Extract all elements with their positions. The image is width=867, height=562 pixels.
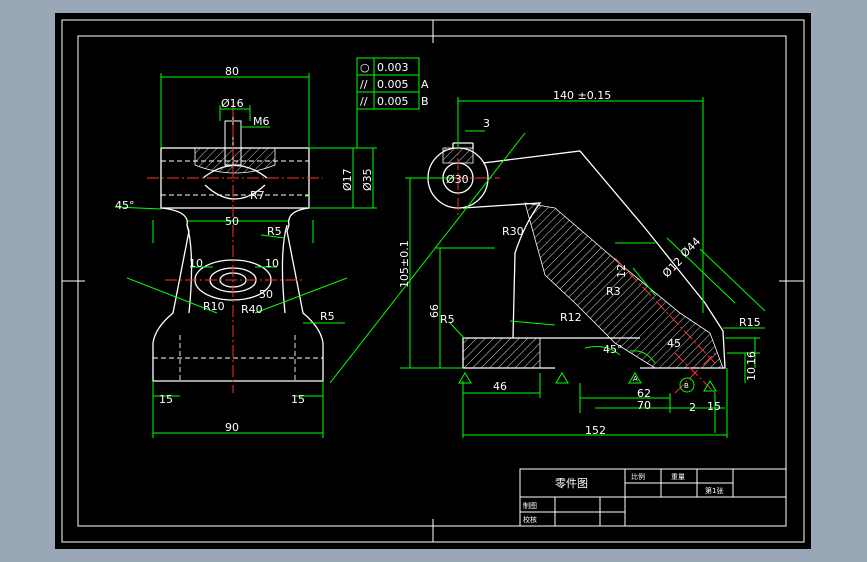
dim-r15: R15 <box>739 316 761 329</box>
title-drawn-label: 制图 <box>523 501 537 510</box>
dim-r40: R40 <box>241 303 263 316</box>
dim-2: 2 <box>689 401 696 414</box>
dim-80: 80 <box>225 65 239 78</box>
title-checked-label: 校核 <box>523 515 537 524</box>
dim-12: 12 <box>615 264 628 278</box>
dim-m6: M6 <box>253 115 270 128</box>
dim-dia12: Ø12 <box>660 255 685 280</box>
dim-105: 105±0.1 <box>398 240 411 288</box>
dim-15-right: 15 <box>291 393 305 406</box>
dim-r3: R3 <box>606 285 621 298</box>
dim-r7: R7 <box>250 189 265 202</box>
title-sheet-label: 第1张 <box>705 486 723 495</box>
title-part-name: 零件图 <box>555 477 588 490</box>
drawing-canvas[interactable]: 80 Ø16 M6 Ø17 Ø35 R7 45° 50 R5 10 10 R10… <box>55 13 811 549</box>
front-dimension-text: 80 Ø16 M6 Ø17 Ø35 R7 45° 50 R5 10 10 R10… <box>115 65 374 434</box>
dim-50-lower: 50 <box>259 288 273 301</box>
dim-90: 90 <box>225 421 239 434</box>
title-block: 零件图 比例 重量 第1张 制图 校核 <box>519 468 787 527</box>
tol-value-2: 0.005 <box>377 78 409 91</box>
datum-b-label: B <box>684 382 689 390</box>
dim-dia17: Ø17 <box>341 168 354 191</box>
dim-r5-right: R5 <box>320 310 335 323</box>
tol-symbol-2: // <box>360 78 368 91</box>
dim-3: 3 <box>483 117 490 130</box>
dim-140: 140 ±0.15 <box>553 89 611 102</box>
inner-frame <box>77 35 787 527</box>
frame-center-marks <box>62 20 804 542</box>
dim-15-left: 15 <box>159 393 173 406</box>
dim-r30: R30 <box>502 225 524 238</box>
side-hatch-arm <box>524 202 724 369</box>
dim-10-right: 10 <box>265 257 279 270</box>
front-outline <box>152 147 324 382</box>
dim-dia16: Ø16 <box>221 97 244 110</box>
tol-symbol-1: ○ <box>360 61 370 74</box>
front-hatch-top <box>194 147 276 174</box>
tol-value-3: 0.005 <box>377 95 409 108</box>
dim-dia30: Ø30 <box>446 173 469 186</box>
dim-45-side: 45 <box>667 337 681 350</box>
dim-r12: R12 <box>560 311 582 324</box>
outer-frame <box>61 19 805 543</box>
tolerance-row-1: ○ 0.003 <box>360 61 409 74</box>
dim-dia44: Ø44 <box>678 235 703 260</box>
dim-15-side: 15 <box>707 400 721 413</box>
dim-45deg-front: 45° <box>115 199 135 212</box>
title-scale-label: 比例 <box>631 472 645 481</box>
tolerance-frame: ○ 0.003 // 0.005 A // 0.005 B <box>356 57 429 148</box>
dim-70: 70 <box>637 399 651 412</box>
tol-value-1: 0.003 <box>377 61 409 74</box>
datum-a-label: A <box>633 375 638 383</box>
side-view: 140 ±0.15 3 Ø30 R30 105±0.1 66 R5 R12 R3… <box>329 89 766 438</box>
tol-datum-a: A <box>421 78 429 91</box>
dim-50: 50 <box>225 215 239 228</box>
title-weight-label: 重量 <box>671 473 685 481</box>
side-hatch-base <box>462 337 541 369</box>
dim-r5-side: R5 <box>440 313 455 326</box>
dim-r10: R10 <box>203 300 225 313</box>
tol-symbol-3: // <box>360 95 368 108</box>
dim-45deg-side: 45° <box>603 343 623 356</box>
tol-datum-b: B <box>421 95 429 108</box>
dim-46: 46 <box>493 380 507 393</box>
dim-62: 62 <box>637 387 651 400</box>
front-dimensions <box>114 73 377 438</box>
front-view: 80 Ø16 M6 Ø17 Ø35 R7 45° 50 R5 10 10 R10… <box>114 65 377 438</box>
dim-r5-top: R5 <box>267 225 282 238</box>
dim-10-left: 10 <box>189 257 203 270</box>
dim-152: 152 <box>585 424 606 437</box>
front-hidden-lines <box>153 160 323 381</box>
dim-16: 16 <box>745 351 758 365</box>
engineering-drawing: 80 Ø16 M6 Ø17 Ø35 R7 45° 50 R5 10 10 R10… <box>61 19 805 543</box>
tolerance-row-3: // 0.005 B <box>360 95 429 108</box>
dim-10-side: 10 <box>745 367 758 381</box>
dim-dia35: Ø35 <box>361 168 374 191</box>
